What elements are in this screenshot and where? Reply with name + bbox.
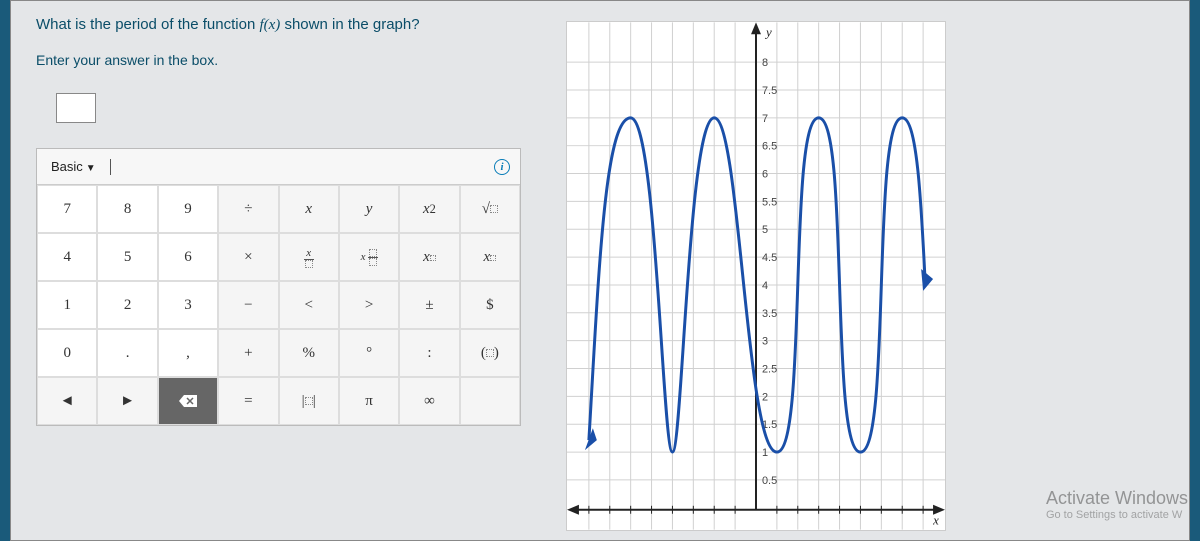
key-degree[interactable]: ° (339, 329, 399, 377)
key-4[interactable]: 4 (37, 233, 97, 281)
key-left-arrow[interactable]: ◄ (37, 377, 97, 425)
backspace-icon (178, 394, 198, 408)
y-axis-arrow-icon (751, 22, 761, 34)
key-1[interactable]: 1 (37, 281, 97, 329)
svg-text:2.5: 2.5 (762, 363, 777, 375)
y-axis-label: y (764, 24, 772, 39)
x-axis-label: x (932, 513, 939, 528)
key-6[interactable]: 6 (158, 233, 218, 281)
key-pi[interactable]: π (339, 377, 399, 425)
key-9[interactable]: 9 (158, 185, 218, 233)
svg-text:5: 5 (762, 224, 768, 236)
key-parens[interactable]: () (460, 329, 520, 377)
key-abs[interactable]: || (279, 377, 339, 425)
svg-text:0.5: 0.5 (762, 475, 777, 487)
key-greater-than[interactable]: > (339, 281, 399, 329)
x-axis-arrow-left-icon (567, 505, 579, 515)
svg-text:3: 3 (762, 336, 768, 348)
key-infinity[interactable]: ∞ (399, 377, 459, 425)
key-plus-minus[interactable]: ± (399, 281, 459, 329)
svg-text:8: 8 (762, 57, 768, 69)
svg-text:5.5: 5.5 (762, 196, 777, 208)
math-keypad: Basic▼ i 7 8 9 ÷ x y x2 √ 4 5 6 × (36, 148, 521, 426)
key-divide[interactable]: ÷ (218, 185, 278, 233)
chevron-down-icon: ▼ (86, 163, 96, 174)
cursor-indicator (110, 159, 111, 175)
key-equals[interactable]: = (218, 377, 278, 425)
info-icon[interactable]: i (494, 159, 510, 175)
key-x[interactable]: x (279, 185, 339, 233)
svg-text:4: 4 (762, 280, 768, 292)
svg-text:6.5: 6.5 (762, 141, 777, 153)
svg-text:2: 2 (762, 391, 768, 403)
key-multiply[interactable]: × (218, 233, 278, 281)
keypad-grid: 7 8 9 ÷ x y x2 √ 4 5 6 × x (37, 185, 520, 425)
key-mixed-fraction[interactable]: x (339, 233, 399, 281)
key-right-arrow[interactable]: ► (97, 377, 157, 425)
answer-input[interactable] (56, 93, 96, 123)
key-fraction[interactable]: x (279, 233, 339, 281)
svg-text:1: 1 (762, 447, 768, 459)
key-dollar[interactable]: $ (460, 281, 520, 329)
curve-arrow-right-icon (921, 269, 933, 291)
key-percent[interactable]: % (279, 329, 339, 377)
svg-text:7: 7 (762, 113, 768, 125)
graph-panel: 0.5 1 1.5 2 2.5 3 3.5 4 4.5 5 5.5 6 6.5 … (566, 21, 946, 531)
mode-dropdown[interactable]: Basic▼ (47, 157, 100, 176)
svg-text:6: 6 (762, 169, 768, 181)
key-sqrt[interactable]: √ (460, 185, 520, 233)
key-comma[interactable]: , (158, 329, 218, 377)
key-0[interactable]: 0 (37, 329, 97, 377)
key-x-squared[interactable]: x2 (399, 185, 459, 233)
key-minus[interactable]: − (218, 281, 278, 329)
key-5[interactable]: 5 (97, 233, 157, 281)
key-y[interactable]: y (339, 185, 399, 233)
key-8[interactable]: 8 (97, 185, 157, 233)
key-colon[interactable]: : (399, 329, 459, 377)
svg-text:4.5: 4.5 (762, 252, 777, 264)
function-graph: 0.5 1 1.5 2 2.5 3 3.5 4 4.5 5 5.5 6 6.5 … (567, 22, 945, 530)
key-empty (460, 377, 520, 425)
question-prompt: What is the period of the function f(x) … (36, 16, 536, 34)
key-dot[interactable]: . (97, 329, 157, 377)
instruction-text: Enter your answer in the box. (36, 52, 536, 68)
key-power[interactable]: x (399, 233, 459, 281)
y-tick-labels: 0.5 1 1.5 2 2.5 3 3.5 4 4.5 5 5.5 6 6.5 … (762, 57, 777, 487)
key-subscript[interactable]: x (460, 233, 520, 281)
key-7[interactable]: 7 (37, 185, 97, 233)
key-less-than[interactable]: < (279, 281, 339, 329)
keypad-header: Basic▼ i (37, 149, 520, 185)
key-3[interactable]: 3 (158, 281, 218, 329)
svg-text:3.5: 3.5 (762, 308, 777, 320)
key-backspace[interactable] (158, 377, 218, 425)
key-2[interactable]: 2 (97, 281, 157, 329)
svg-text:7.5: 7.5 (762, 85, 777, 97)
key-plus[interactable]: + (218, 329, 278, 377)
